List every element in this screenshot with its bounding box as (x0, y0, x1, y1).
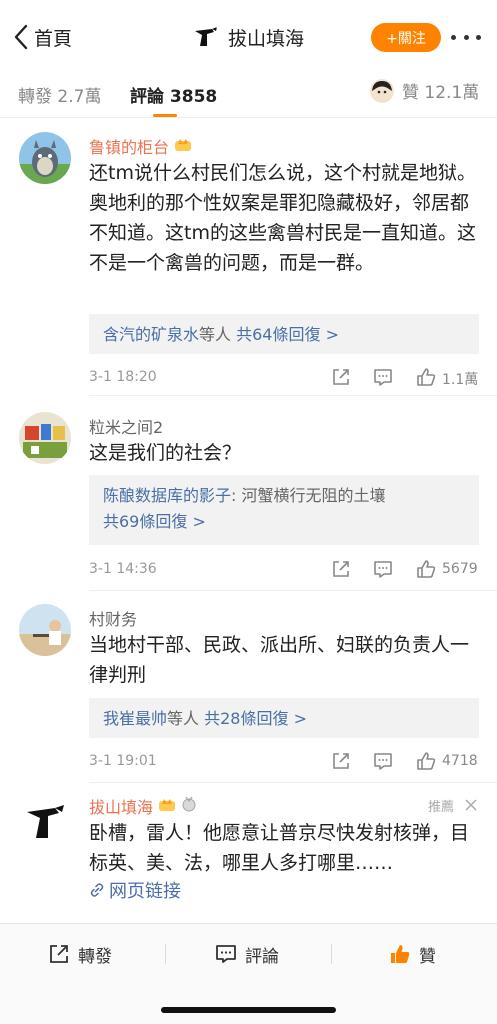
reply-count-link[interactable]: 共28條回復 > (204, 709, 307, 728)
like-label: 贊 (419, 946, 436, 967)
comment-text: 还tm说什么村民们怎么说，这个村就是地狱。奥地利的那个性奴案是罪犯隐藏极好，邻居… (89, 162, 476, 274)
page-title-area[interactable]: 拔山填海 (190, 20, 304, 54)
reply-users[interactable]: 我崔最帅 (103, 709, 167, 728)
like-count: 1.1萬 (442, 372, 479, 388)
reply-summary[interactable]: 陈酿数据库的影子: 河蟹横行无阻的土壤 共69條回復 > (89, 475, 479, 545)
avatar[interactable] (19, 796, 71, 848)
tab-repost[interactable]: 轉發 2.7萬 (18, 82, 101, 107)
back-label: 首頁 (34, 27, 73, 50)
thumbs-up-icon[interactable] (415, 558, 437, 580)
username-text: 鲁镇的柜台 (89, 138, 170, 157)
tab-comment[interactable]: 評論 3858 (130, 82, 217, 107)
divider (165, 944, 166, 964)
home-indicator[interactable] (161, 1007, 336, 1013)
comment-meta: 3-1 19:01 4718 (89, 750, 479, 774)
divider (89, 782, 497, 783)
comment-time: 3-1 18:20 (89, 369, 157, 385)
reply-summary[interactable]: 我崔最帅等人 共28條回復 > (89, 698, 479, 738)
tab-like-label: 贊 12.1萬 (402, 83, 480, 103)
reply-suffix: 等人 (167, 709, 200, 728)
more-options-button[interactable] (448, 26, 484, 48)
comment-text: 这是我们的社会？ (89, 442, 242, 464)
reply-preview: 陈酿数据库的影子: 河蟹横行无阻的土壤 (103, 483, 465, 509)
close-icon[interactable] (464, 798, 478, 812)
like-button[interactable]: 贊 (389, 940, 436, 968)
avatar[interactable] (19, 604, 71, 656)
share-icon[interactable] (330, 366, 352, 388)
comment-meta: 3-1 18:20 1.1萬 (89, 366, 479, 390)
crown-badge-icon (174, 136, 192, 156)
reply-users[interactable]: 含汽的矿泉水 (103, 325, 199, 344)
tab-like[interactable]: 贊 12.1萬 (370, 78, 479, 103)
share-icon (50, 945, 68, 963)
reply-quote: : 河蟹横行无阻的土壤 (231, 486, 386, 505)
top-navigation-bar: 首頁 拔山填海 +關注 (0, 0, 497, 72)
username-text: 粒米之间2 (89, 418, 164, 437)
reply-count-link[interactable]: 共64條回復 > (236, 325, 339, 344)
username-text: 村财务 (89, 610, 138, 629)
avatar[interactable] (19, 132, 71, 184)
reply-suffix: 等人 (199, 325, 232, 344)
like-count: 4718 (442, 753, 478, 769)
tab-bar: 轉發 2.7萬 評論 3858 贊 12.1萬 (0, 72, 497, 118)
share-icon[interactable] (330, 750, 352, 772)
link-icon (90, 883, 104, 897)
username[interactable]: 村财务 (89, 606, 137, 630)
web-link[interactable]: 网页链接 (89, 877, 181, 903)
reply-count-link[interactable]: 共69條回復 > (103, 509, 465, 535)
comment-label: 評論 (245, 946, 279, 967)
comment-time: 3-1 14:36 (89, 561, 157, 577)
like-count: 5679 (442, 561, 478, 577)
username[interactable]: 拔山填海 (89, 794, 197, 818)
dot-icon (451, 34, 456, 40)
reply-user[interactable]: 陈酿数据库的影子 (103, 486, 231, 505)
page-title: 拔山填海 (228, 27, 305, 50)
dot-icon (476, 34, 481, 40)
divider (331, 944, 332, 964)
username[interactable]: 粒米之间2 (89, 414, 163, 438)
back-button[interactable]: 首頁 (12, 22, 72, 52)
comment-icon[interactable] (372, 366, 394, 388)
username[interactable]: 鲁镇的柜台 (89, 134, 192, 158)
reply-summary[interactable]: 含汽的矿泉水等人 共64條回復 > (89, 314, 479, 354)
divider (89, 395, 497, 396)
thumbs-up-icon[interactable] (415, 750, 437, 772)
username-text: 拔山填海 (89, 798, 154, 817)
comment-icon[interactable] (372, 750, 394, 772)
avatar[interactable] (19, 412, 71, 464)
comment-icon (216, 945, 236, 963)
comment-text: 当地村干部、民政、派出所、妇联的负责人一律判刑 (89, 634, 470, 686)
dot-icon (463, 34, 469, 40)
chevron-left-icon (14, 24, 28, 50)
comment-button[interactable]: 評論 (215, 940, 279, 968)
comment-time: 3-1 19:01 (89, 753, 157, 769)
repost-button[interactable]: 轉發 (48, 940, 112, 968)
thumbs-up-icon[interactable] (415, 366, 437, 388)
follow-button[interactable]: +關注 (371, 23, 441, 52)
share-icon[interactable] (330, 558, 352, 580)
liker-avatar (370, 78, 394, 103)
comment-icon[interactable] (372, 558, 394, 580)
thumbs-up-icon (391, 945, 410, 963)
comment-meta: 3-1 14:36 5679 (89, 558, 479, 582)
web-link-label: 网页链接 (109, 881, 181, 902)
medal-badge-icon (181, 796, 197, 816)
recommend-label: 推薦 (428, 800, 455, 815)
repost-label: 轉發 (78, 946, 112, 967)
comment-text: 卧槽，雷人！他愿意让普京尽快发射核弹，目标英、美、法，哪里人多打哪里…… (89, 822, 470, 874)
author-avatar[interactable] (190, 22, 220, 52)
divider (89, 590, 497, 591)
crown-badge-icon (158, 796, 176, 816)
active-tab-indicator (153, 114, 177, 117)
